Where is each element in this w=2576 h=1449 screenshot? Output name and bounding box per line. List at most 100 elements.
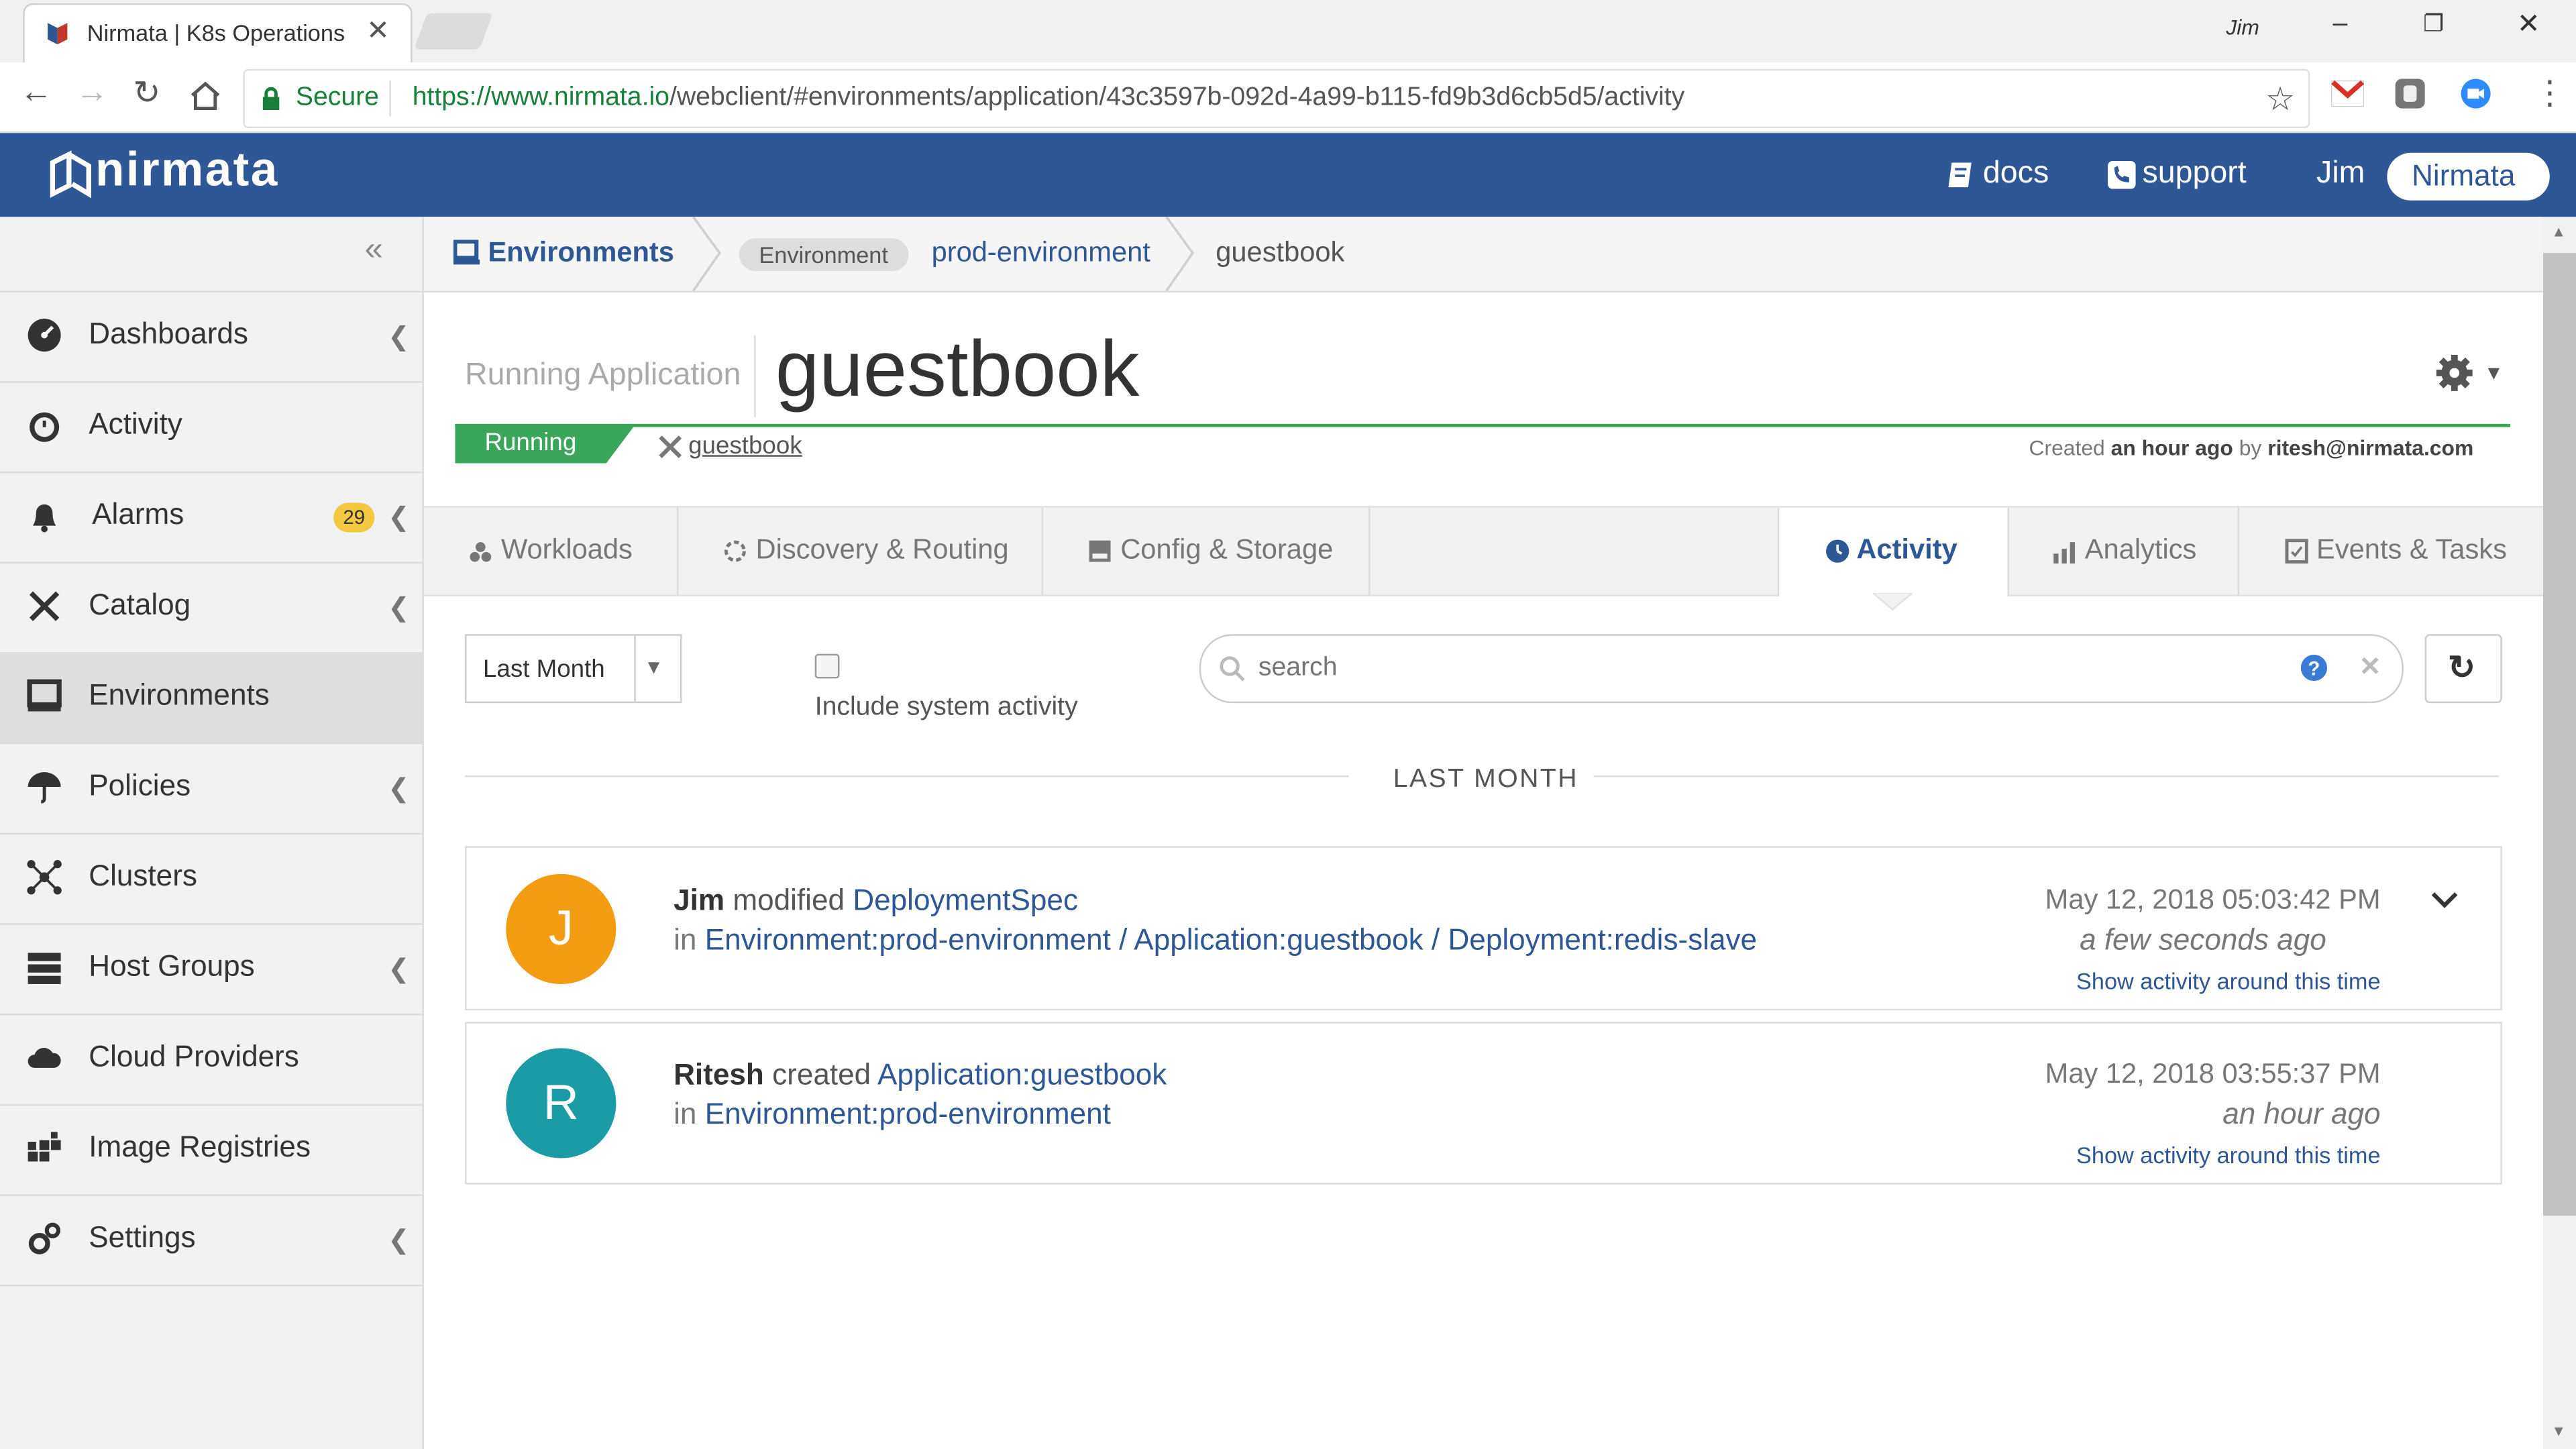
nirmata-logo-icon[interactable] [46, 150, 95, 199]
scroll-up-icon[interactable]: ▲ [2551, 223, 2566, 239]
activity-timestamp: May 12, 2018 03:55:37 PM [2045, 1058, 2381, 1089]
close-window-icon[interactable]: ✕ [2517, 8, 2540, 41]
user-menu[interactable]: Jim [2316, 156, 2365, 193]
created-info: Created an hour ago by ritesh@nirmata.co… [2029, 435, 2474, 460]
caret-down-icon[interactable]: ▼ [2484, 362, 2504, 384]
sidebar-item-alarms[interactable]: Alarms 29 ❮ [0, 472, 423, 564]
environment-link[interactable]: Environment:prod-environment [705, 923, 1111, 956]
reload-icon[interactable]: ↻ [133, 72, 160, 113]
docs-icon [1948, 162, 1972, 188]
tab-config-storage[interactable]: Config & Storage [1043, 507, 1371, 595]
activity-summary: Jim modified DeploymentSpec [674, 884, 1078, 918]
brand-name[interactable]: nirmata [95, 145, 279, 199]
sidebar-item-label: Catalog [89, 588, 191, 621]
chevron-down-icon[interactable] [2431, 892, 2458, 908]
sidebar-item-catalog[interactable]: Catalog ❮ [0, 562, 423, 654]
back-icon[interactable]: ← [19, 74, 52, 111]
help-icon[interactable]: ? [2300, 654, 2328, 682]
sidebar-item-dashboards[interactable]: Dashboards ❮ [0, 290, 423, 383]
umbrella-icon [28, 772, 61, 804]
browser-menu-icon[interactable]: ⋮ [2533, 72, 2566, 113]
breadcrumb-environments[interactable]: Environments [488, 237, 674, 270]
sidebar-item-label: Alarms [92, 498, 184, 531]
catalog-app-link[interactable]: guestbook [688, 432, 802, 460]
show-activity-around-link[interactable]: Show activity around this time [2076, 1142, 2381, 1168]
sidebar-item-label: Cloud Providers [89, 1040, 299, 1073]
docs-link[interactable]: docs [1983, 156, 2049, 193]
tab-workloads[interactable]: Workloads [424, 507, 679, 595]
server-stack-icon [28, 953, 61, 984]
sidebar-item-activity[interactable]: Activity [0, 381, 423, 474]
gear-icon[interactable] [2434, 354, 2474, 393]
environment-link[interactable]: Environment:prod-environment [705, 1097, 1111, 1130]
refresh-button[interactable]: ↻ [2424, 634, 2502, 704]
support-link[interactable]: support [2142, 156, 2246, 193]
stopwatch-icon [30, 412, 60, 442]
tab-label: Activity [1856, 533, 1957, 566]
browser-tab[interactable]: Nirmata | K8s Operations ✕ [23, 3, 413, 64]
tab-label: Config & Storage [1120, 533, 1334, 566]
forward-icon[interactable]: → [76, 74, 109, 111]
storage-icon [1089, 540, 1111, 562]
address-bar[interactable]: Secure https://www.nirmata.io/webclient/… [243, 68, 2310, 129]
breadcrumb-prod-environment[interactable]: prod-environment [932, 237, 1150, 270]
gmail-extension-icon[interactable] [2331, 80, 2365, 107]
application-tabs: Workloads Discovery & Routing Config & S… [423, 506, 2544, 596]
actor-name: Ritesh [674, 1058, 764, 1091]
tab-discovery-routing[interactable]: Discovery & Routing [678, 507, 1044, 595]
url-path: /webclient/#environments/application/43c… [669, 83, 1685, 112]
scroll-down-icon[interactable]: ▼ [2551, 1423, 2566, 1439]
url-host: https://www.nirmata.io [412, 83, 669, 112]
sidebar-item-cloud-providers[interactable]: Cloud Providers [0, 1014, 423, 1106]
org-pill[interactable]: Nirmata [2387, 152, 2550, 201]
activity-context: in Environment:prod-environment / Applic… [674, 923, 1758, 957]
new-tab-button[interactable] [414, 13, 493, 50]
restore-icon[interactable]: ❐ [2423, 10, 2444, 38]
activity-card: J Jim modified DeploymentSpec in Environ… [465, 846, 2502, 1011]
search-input[interactable] [1255, 649, 2248, 689]
bookmark-star-icon[interactable]: ☆ [2265, 79, 2295, 120]
sidebar-item-image-registries[interactable]: Image Registries [0, 1104, 423, 1196]
clear-search-icon[interactable]: ✕ [2359, 651, 2381, 684]
sidebar-item-settings[interactable]: Settings ❮ [0, 1194, 423, 1287]
sidebar-item-environments[interactable]: Environments [0, 652, 423, 745]
home-icon[interactable] [189, 80, 222, 111]
chevron-left-icon: ❮ [387, 504, 410, 533]
sidebar-item-clusters[interactable]: Clusters [0, 833, 423, 925]
tools-icon [29, 591, 60, 621]
sidebar-item-label: Clusters [89, 859, 197, 892]
sidebar-item-host-groups[interactable]: Host Groups ❮ [0, 923, 423, 1016]
activity-card: R Ritesh created Application:guestbook i… [465, 1022, 2502, 1185]
application-link[interactable]: Application:guestbook [1134, 923, 1423, 956]
section-header: LAST MONTH [1393, 765, 1579, 794]
include-system-checkbox[interactable] [814, 653, 840, 679]
show-activity-around-link[interactable]: Show activity around this time [2076, 967, 2381, 994]
activity-object-link[interactable]: DeploymentSpec [853, 884, 1078, 917]
tab-analytics[interactable]: Analytics [2008, 507, 2239, 595]
environments-icon [453, 239, 480, 265]
collapse-sidebar-icon[interactable]: « [365, 231, 383, 269]
deployment-link[interactable]: Deployment:redis-slave [1448, 923, 1757, 956]
tab-events-tasks[interactable]: Events & Tasks [2239, 508, 2543, 595]
search-box[interactable]: ? ✕ [1199, 634, 2404, 704]
close-tab-icon[interactable]: ✕ [366, 15, 390, 48]
range-select[interactable]: Last Month ▼ [465, 634, 682, 704]
sidebar: « Dashboards ❮ Activity Alarms 29 ❮ Cata… [0, 217, 424, 1449]
minimize-icon[interactable]: – [2333, 10, 2348, 40]
sidebar-item-policies[interactable]: Policies ❮ [0, 743, 423, 835]
alarm-count-badge: 29 [333, 502, 375, 533]
meeting-extension-icon[interactable] [2459, 77, 2492, 110]
extension-icon[interactable] [2394, 77, 2426, 110]
lock-icon [262, 87, 280, 111]
activity-verb: modified [733, 883, 845, 917]
nirmata-favicon-icon [48, 23, 68, 45]
range-select-value: Last Month [483, 655, 605, 684]
scrollbar-thumb[interactable] [2543, 253, 2576, 1216]
browser-tab-title: Nirmata | K8s Operations [87, 19, 345, 46]
sidebar-item-label: Activity [89, 407, 182, 441]
workloads-icon [470, 542, 492, 562]
secure-label: Secure [295, 83, 379, 112]
activity-object-link[interactable]: Application:guestbook [877, 1058, 1167, 1091]
breadcrumb-separator-icon [1165, 217, 1195, 291]
tab-activity[interactable]: Activity [1777, 507, 2010, 596]
